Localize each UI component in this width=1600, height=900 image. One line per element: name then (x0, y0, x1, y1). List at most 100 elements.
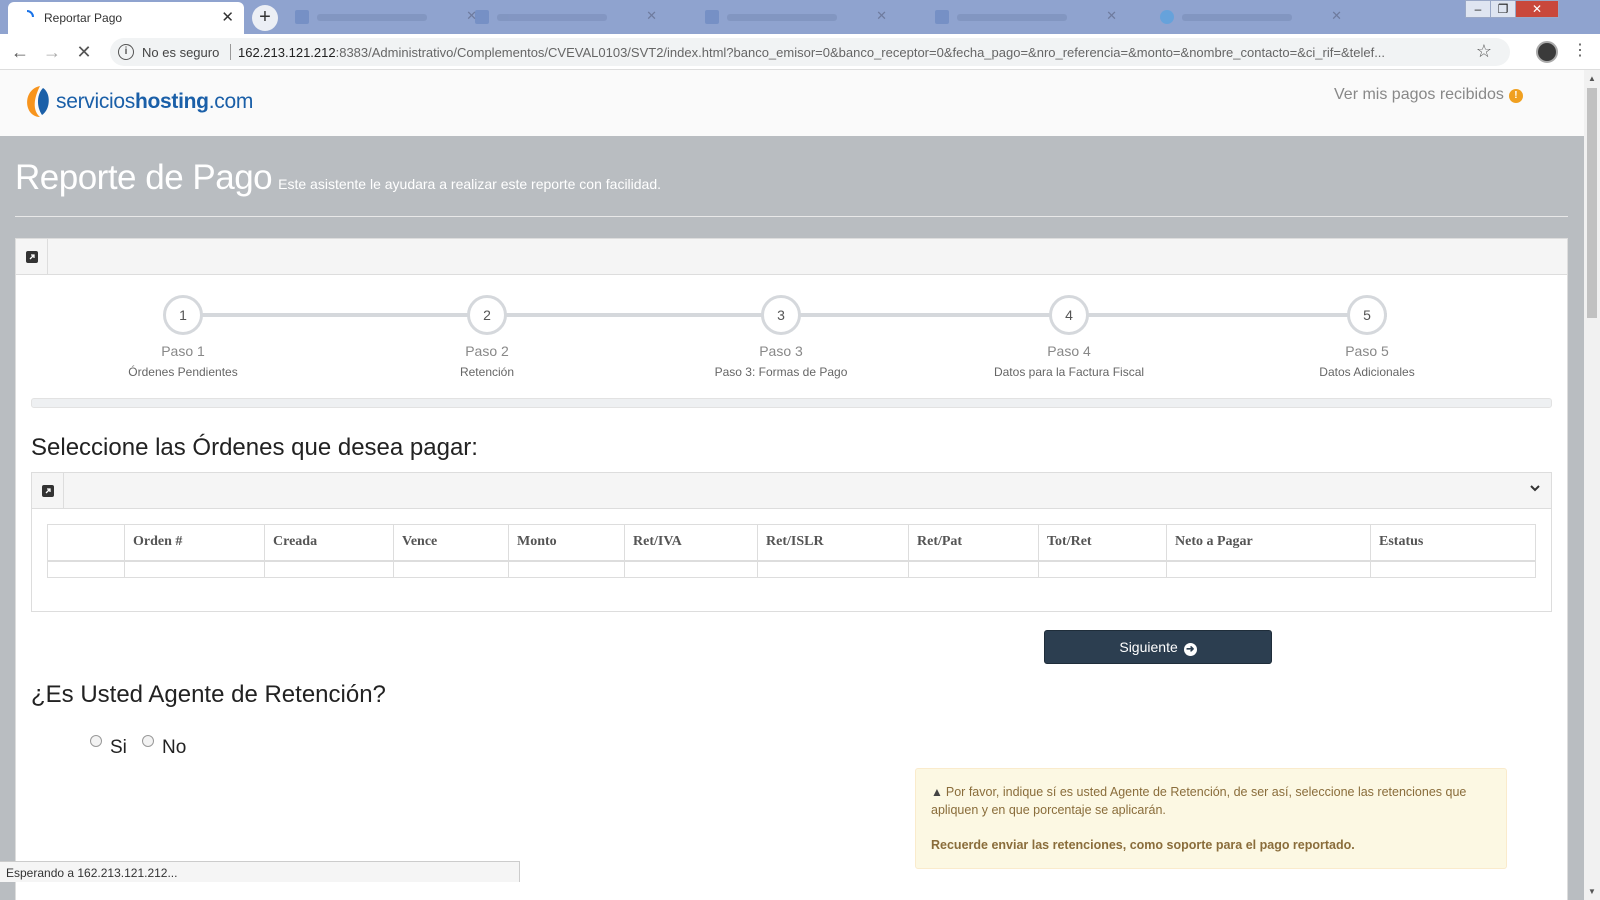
active-tab[interactable]: Reportar Pago ✕ (8, 2, 244, 34)
close-window-icon[interactable]: ✕ (1515, 0, 1559, 18)
security-label: No es seguro (142, 45, 220, 60)
col-monto[interactable]: Monto (508, 524, 625, 562)
alert-bold-text: Recuerde enviar las retenciones, como so… (931, 838, 1355, 852)
retention-heading: ¿Es Usted Agente de Retención? (31, 681, 386, 708)
col-orden[interactable]: Orden # (124, 524, 265, 562)
ver-pagos-label: Ver mis pagos recibidos (1334, 86, 1504, 103)
site-header: servicioshosting.com Ver mis pagos recib… (0, 70, 1584, 136)
address-bar[interactable]: i No es seguro 162.213.121.212:8383/Admi… (110, 38, 1510, 66)
address-separator (230, 44, 231, 60)
expand-icon[interactable] (32, 473, 64, 509)
radio-si-label: Si (110, 737, 127, 758)
window-controls: – ❐ ✕ (1465, 0, 1559, 20)
back-icon[interactable]: ← (8, 40, 32, 64)
page-scrollbar[interactable]: ▲ ▼ (1584, 70, 1600, 900)
minimize-icon[interactable]: – (1465, 0, 1491, 18)
page-title: Reporte de Pago Este asistente le ayudara… (15, 158, 661, 198)
wizard-step-2[interactable]: 2 Paso 2 Retención (377, 295, 597, 379)
url-text[interactable]: 162.213.121.212:8383/Administrativo/Comp… (238, 45, 1468, 60)
step-name: Paso 5 (1345, 343, 1389, 359)
step-name: Paso 4 (1047, 343, 1091, 359)
tab-title: Reportar Pago (44, 11, 123, 25)
step-number: 5 (1347, 295, 1387, 335)
background-tab[interactable]: ✕ (1160, 8, 1350, 28)
step-description: Órdenes Pendientes (128, 365, 238, 379)
logo-suffix: .com (208, 90, 254, 113)
expand-icon[interactable] (16, 239, 48, 275)
panel-header (16, 239, 1567, 275)
step-name: Paso 1 (161, 343, 205, 359)
alert-message: ▲ Por favor, indique sí es usted Agente d… (931, 783, 1491, 819)
wizard-step-4[interactable]: 4 Paso 4 Datos para la Factura Fiscal (959, 295, 1179, 379)
scroll-up-icon[interactable]: ▲ (1588, 74, 1596, 83)
alert-badge-icon: ! (1508, 89, 1523, 103)
col-vence[interactable]: Vence (393, 524, 509, 562)
col-tot-ret[interactable]: Tot/Ret (1038, 524, 1167, 562)
step-number: 2 (467, 295, 507, 335)
step-name: Paso 3 (759, 343, 803, 359)
step-name: Paso 2 (465, 343, 509, 359)
background-tab[interactable]: ✕ (705, 8, 895, 28)
info-icon[interactable]: i (118, 44, 134, 60)
url-path: :8383/Administrativo/Complementos/CVEVAL… (335, 45, 1386, 60)
radio-no[interactable]: No (142, 735, 186, 759)
orders-table-box: Orden # Creada Vence Monto Ret/IVA Ret/I… (31, 472, 1552, 612)
logo-text: servicioshosting.com (56, 90, 253, 114)
radio-si[interactable]: Si (90, 735, 127, 759)
radio-no-label: No (162, 737, 187, 758)
radio-no-input[interactable] (142, 735, 154, 747)
scroll-down-icon[interactable]: ▼ (1588, 887, 1596, 896)
col-creada[interactable]: Creada (264, 524, 394, 562)
chevron-down-icon[interactable] (1529, 481, 1541, 497)
step-description: Datos Adicionales (1319, 365, 1415, 379)
step-description: Datos para la Factura Fiscal (993, 365, 1145, 379)
restore-icon[interactable]: ❐ (1490, 0, 1516, 18)
browser-status-bar: Esperando a 162.213.121.212... (0, 861, 520, 882)
step-description: Paso 3: Formas de Pago (714, 365, 848, 379)
siguiente-button[interactable]: Siguiente ➜ (1044, 630, 1272, 664)
col-neto[interactable]: Neto a Pagar (1166, 524, 1371, 562)
logo-mark-icon (27, 86, 49, 117)
background-tab[interactable]: ✕ (935, 8, 1125, 28)
page-body: servicioshosting.com Ver mis pagos recib… (0, 70, 1584, 900)
arrow-right-icon: ➜ (1183, 643, 1197, 656)
col-ret-iva[interactable]: Ret/IVA (624, 524, 758, 562)
scrollbar-thumb[interactable] (1587, 88, 1597, 318)
logo-bold: hosting (134, 90, 209, 113)
wizard-step-3[interactable]: 3 Paso 3 Paso 3: Formas de Pago (671, 295, 891, 379)
new-tab-button[interactable]: + (252, 5, 278, 31)
browser-tabstrip: Reportar Pago ✕ + ✕ ✕ ✕ ✕ ✕ – ❐ ✕ (0, 0, 1600, 34)
alert-text: Por favor, indique sí es usted Agente de… (931, 785, 1467, 817)
orders-table: Orden # Creada Vence Monto Ret/IVA Ret/I… (47, 524, 1536, 578)
step-number: 4 (1049, 295, 1089, 335)
profile-avatar[interactable] (1536, 41, 1558, 63)
url-host: 162.213.121.212 (238, 45, 336, 60)
warning-icon: ▲ (931, 785, 943, 799)
wizard-progress-bar (31, 398, 1552, 408)
logo-prefix: servicios (56, 90, 135, 113)
col-ret-pat[interactable]: Ret/Pat (908, 524, 1039, 562)
page-title-text: Reporte de Pago (15, 158, 273, 197)
bookmark-star-icon[interactable]: ☆ (1476, 41, 1492, 62)
wizard-panel: 1 Paso 1 Órdenes Pendientes 2 Paso 2 Ret… (15, 238, 1568, 900)
ver-pagos-link[interactable]: Ver mis pagos recibidos! (1334, 86, 1523, 104)
title-divider (15, 216, 1568, 217)
forward-icon[interactable]: → (40, 40, 64, 64)
radio-si-input[interactable] (90, 735, 102, 747)
orders-box-header (32, 473, 1551, 509)
wizard-step-1[interactable]: 1 Paso 1 Órdenes Pendientes (73, 295, 293, 379)
close-tab-icon[interactable]: ✕ (221, 8, 234, 26)
wizard-step-5[interactable]: 5 Paso 5 Datos Adicionales (1257, 295, 1477, 379)
orders-heading: Seleccione las Órdenes que desea pagar: (31, 434, 478, 461)
col-estatus[interactable]: Estatus (1370, 524, 1536, 562)
background-tab[interactable]: ✕ (295, 8, 485, 28)
col-select[interactable] (47, 524, 125, 562)
browser-menu-icon[interactable]: ⋮ (1572, 40, 1588, 60)
table-row (47, 560, 1536, 578)
stop-loading-icon[interactable]: ✕ (72, 40, 96, 64)
step-number: 3 (761, 295, 801, 335)
retention-alert: ▲ Por favor, indique sí es usted Agente d… (915, 768, 1507, 869)
background-tab[interactable]: ✕ (475, 8, 665, 28)
col-ret-islr[interactable]: Ret/ISLR (757, 524, 909, 562)
step-number: 1 (163, 295, 203, 335)
